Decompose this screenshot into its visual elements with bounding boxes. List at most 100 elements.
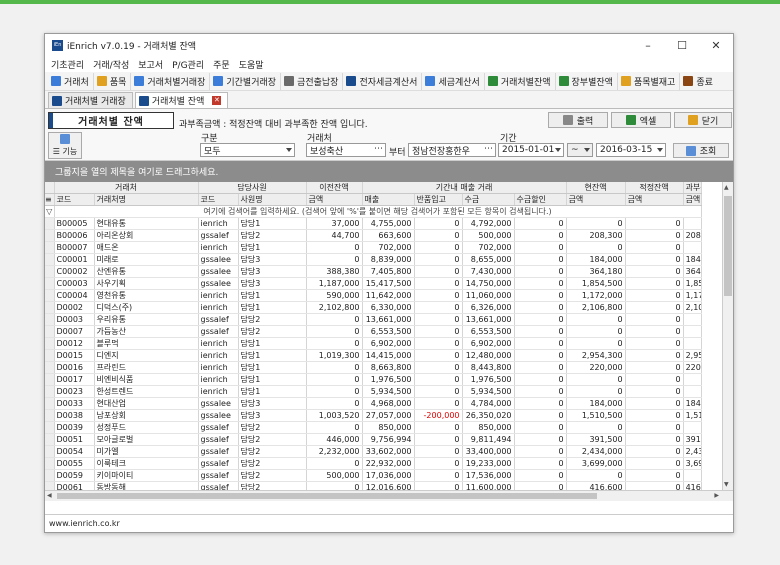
table-cell[interactable]: 33,602,000 [362, 445, 415, 459]
maximize-icon[interactable]: ☐ [665, 39, 699, 52]
print-button[interactable]: 출력 [548, 112, 608, 128]
table-cell[interactable]: 0 [625, 217, 684, 231]
table-cell[interactable]: 1,187,000 [306, 277, 363, 291]
table-cell[interactable]: 0 [306, 337, 363, 351]
table-cell[interactable]: 애드온 [94, 241, 199, 255]
col-collect[interactable]: 수금 [462, 193, 515, 207]
table-cell[interactable]: 19,233,000 [462, 457, 515, 471]
table-cell[interactable]: 0 [566, 241, 626, 255]
table-cell[interactable]: 0 [414, 301, 463, 315]
table-cell[interactable]: 0 [414, 349, 463, 363]
table-cell[interactable]: 184 [683, 253, 702, 267]
table-cell[interactable]: 담당1 [238, 301, 307, 315]
table-cell[interactable]: 비엔비식품 [94, 373, 199, 387]
table-cell[interactable]: 아리온상회 [94, 229, 199, 243]
table-cell[interactable]: D0059 [54, 469, 95, 483]
table-cell[interactable]: 220,000 [566, 361, 626, 375]
table-cell[interactable]: 담당1 [238, 349, 307, 363]
close-button[interactable]: 닫기 [674, 112, 732, 128]
table-cell[interactable]: 담당2 [238, 325, 307, 339]
table-cell[interactable]: 8,839,000 [362, 253, 415, 267]
toolbar-button-8[interactable]: 장부별잔액 [556, 72, 618, 90]
table-cell[interactable]: 2,106 [683, 301, 702, 315]
col-proper-amount[interactable]: 금액 [625, 193, 684, 207]
table-cell[interactable]: 0 [306, 373, 363, 387]
table-row[interactable]: D0003 우리유통 gssalef 담당2 0 13,661,000 0 13,661,00… [45, 313, 702, 327]
table-cell[interactable]: C00003 [54, 277, 95, 291]
search-button[interactable]: 조회 [673, 143, 729, 158]
table-cell[interactable]: 0 [514, 433, 567, 447]
table-cell[interactable]: ienrich [198, 385, 239, 399]
table-row[interactable]: D0051 모아글로벌 gssalef 담당2 446,000 9,756,994 0 9,8… [45, 433, 702, 447]
table-cell[interactable]: 0 [414, 397, 463, 411]
table-cell[interactable]: D0033 [54, 397, 95, 411]
table-cell[interactable]: 4,792,000 [462, 217, 515, 231]
header-over-short[interactable]: 과부족금 [683, 182, 702, 195]
table-cell[interactable]: gssalee [198, 253, 239, 267]
table-cell[interactable] [683, 325, 702, 339]
table-cell[interactable]: 446,000 [306, 433, 363, 447]
table-cell[interactable]: 1,172,000 [566, 289, 626, 303]
table-cell[interactable]: 0 [625, 265, 684, 279]
table-cell[interactable]: 0 [414, 265, 463, 279]
col-code[interactable]: 코드 [54, 193, 95, 207]
table-cell[interactable]: 6,330,000 [362, 301, 415, 315]
table-cell[interactable]: 0 [625, 469, 684, 483]
table-cell[interactable]: 8,663,800 [362, 361, 415, 375]
table-cell[interactable]: 0 [414, 229, 463, 243]
scroll-right-icon[interactable]: ▶ [714, 492, 719, 499]
table-cell[interactable]: 9,811,494 [462, 433, 515, 447]
table-cell[interactable]: 5,934,500 [462, 385, 515, 399]
table-cell[interactable] [683, 217, 702, 231]
table-cell[interactable]: 6,553,500 [362, 325, 415, 339]
table-cell[interactable]: 가듬농산 [94, 325, 199, 339]
table-cell[interactable]: 5,934,500 [362, 385, 415, 399]
table-cell[interactable]: gssalef [198, 457, 239, 471]
lookup-icon[interactable]: ⋯ [484, 144, 493, 154]
table-cell[interactable]: 0 [625, 421, 684, 435]
menu-item-trade[interactable]: 거래/작성 [93, 58, 129, 71]
toolbar-button-6[interactable]: 세금계산서 [422, 72, 485, 90]
table-cell[interactable]: 4,755,000 [362, 217, 415, 231]
table-cell[interactable]: 0 [306, 397, 363, 411]
table-cell[interactable]: 0 [414, 289, 463, 303]
table-cell[interactable]: gssalef [198, 313, 239, 327]
table-cell[interactable]: 0 [414, 421, 463, 435]
table-cell[interactable]: 우리유통 [94, 313, 199, 327]
table-cell[interactable]: 2,102,800 [306, 301, 363, 315]
table-cell[interactable]: 500,000 [462, 229, 515, 243]
table-cell[interactable]: 담당2 [238, 313, 307, 327]
table-cell[interactable] [683, 385, 702, 399]
customer-field[interactable]: 보성축산 ⋯ [306, 143, 386, 157]
table-cell[interactable]: 산엔유통 [94, 265, 199, 279]
table-cell[interactable]: 364 [683, 265, 702, 279]
table-cell[interactable]: 1,854,500 [566, 277, 626, 291]
table-cell[interactable]: D0055 [54, 457, 95, 471]
table-cell[interactable]: 0 [625, 253, 684, 267]
table-cell[interactable]: 702,000 [362, 241, 415, 255]
table-cell[interactable]: D0002 [54, 301, 95, 315]
table-cell[interactable]: 0 [625, 349, 684, 363]
table-cell[interactable]: 364,180 [566, 265, 626, 279]
table-cell[interactable]: 2,434,000 [566, 445, 626, 459]
table-cell[interactable]: 0 [625, 361, 684, 375]
table-cell[interactable]: 담당2 [238, 469, 307, 483]
table-row[interactable]: B00007 애드온 ienrich 담당1 0 702,000 0 702,000 0 0 0 [45, 241, 702, 255]
table-cell[interactable]: 14,415,000 [362, 349, 415, 363]
table-cell[interactable]: 0 [514, 469, 567, 483]
table-cell[interactable]: 0 [625, 313, 684, 327]
table-cell[interactable]: 프라린드 [94, 361, 199, 375]
date-from-field[interactable]: 2015-01-01 [498, 143, 564, 157]
table-cell[interactable]: 500,000 [306, 469, 363, 483]
table-cell[interactable]: 0 [625, 397, 684, 411]
table-cell[interactable]: ienrich [198, 349, 239, 363]
table-cell[interactable]: 22,932,000 [362, 457, 415, 471]
table-cell[interactable]: 14,750,000 [462, 277, 515, 291]
table-cell[interactable]: 사우기획 [94, 277, 199, 291]
table-cell[interactable]: 208,300 [566, 229, 626, 243]
table-cell[interactable]: 8,655,000 [462, 253, 515, 267]
table-cell[interactable]: B00005 [54, 217, 95, 231]
table-cell[interactable]: 26,350,020 [462, 409, 515, 423]
table-cell[interactable]: 0 [414, 385, 463, 399]
table-cell[interactable]: 0 [514, 385, 567, 399]
